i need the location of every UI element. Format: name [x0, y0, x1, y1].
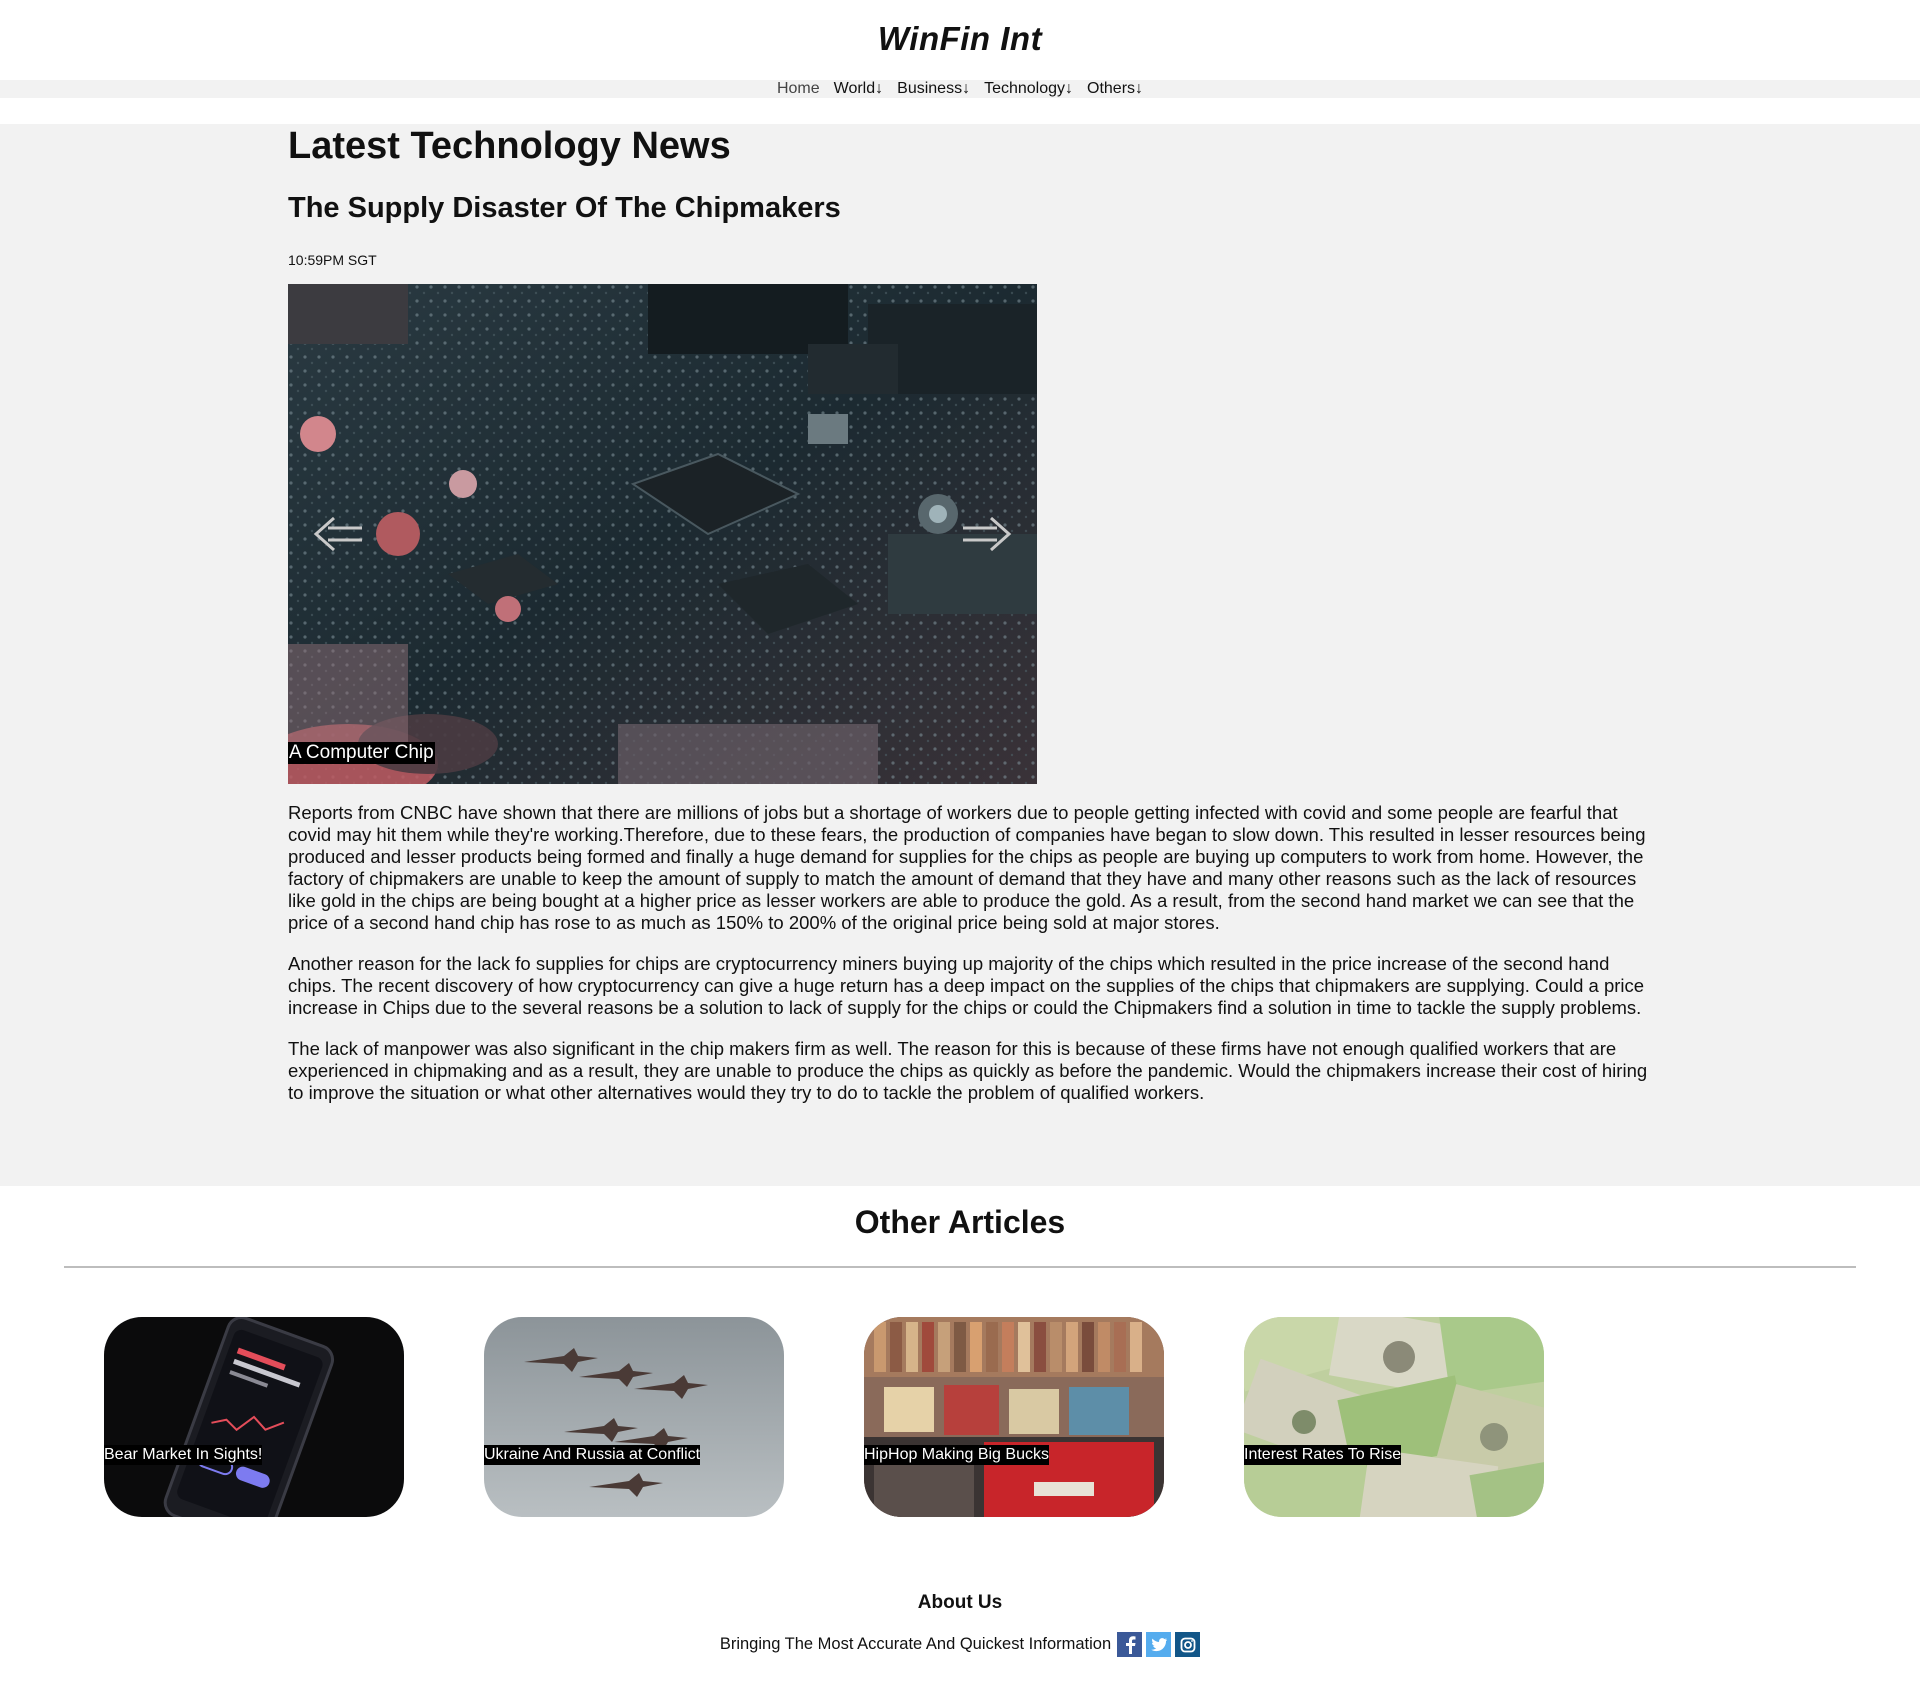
section-divider	[64, 1266, 1856, 1268]
article-card-hiphop[interactable]: HipHop Making Big Bucks	[864, 1317, 1164, 1517]
left-arrow-icon	[313, 516, 362, 552]
article-title: The Supply Disaster Of The Chipmakers	[288, 192, 841, 224]
money-bills-image	[1244, 1317, 1544, 1517]
site-header: WinFin Int	[0, 0, 1920, 80]
image-carousel: A Computer Chip	[288, 284, 1037, 784]
fighter-jets-image	[484, 1317, 784, 1517]
footer-tagline-row: Bringing The Most Accurate And Quickest …	[0, 1632, 1920, 1657]
stock-phone-image	[104, 1317, 404, 1517]
about-us-title: About Us	[917, 1592, 1003, 1613]
twitter-icon	[1150, 1637, 1167, 1651]
carousel-prev-button[interactable]	[310, 514, 370, 554]
article-card-ukraine-russia[interactable]: Ukraine And Russia at Conflict	[484, 1317, 784, 1517]
article-paragraph: Another reason for the lack fo supplies …	[288, 953, 1645, 1018]
instagram-link[interactable]	[1175, 1632, 1201, 1657]
article-card-label: HipHop Making Big Bucks	[864, 1445, 1049, 1465]
computer-chip-image	[288, 284, 1037, 784]
nav-item-world[interactable]: World↓	[834, 80, 884, 98]
carousel-next-button[interactable]	[955, 514, 1015, 554]
article-timestamp: 10:59PM SGT	[288, 252, 377, 268]
main-nav: Home World↓ Business↓ Technology↓ Others…	[0, 80, 1920, 98]
carousel-caption: A Computer Chip	[288, 742, 435, 764]
article-card-label: Bear Market In Sights!	[104, 1445, 263, 1465]
facebook-icon	[1125, 1635, 1136, 1654]
nav-item-others[interactable]: Others↓	[1087, 80, 1143, 98]
article-card-label: Ukraine And Russia at Conflict	[484, 1445, 701, 1465]
site-title: WinFin Int	[877, 20, 1043, 57]
main-section: Latest Technology News The Supply Disast…	[0, 124, 1920, 1186]
article-card-bear-market[interactable]: Bear Market In Sights!	[104, 1317, 404, 1517]
other-articles-title: Other Articles	[854, 1204, 1066, 1240]
section-title: Latest Technology News	[288, 125, 731, 167]
twitter-link[interactable]	[1146, 1632, 1172, 1657]
facebook-link[interactable]	[1117, 1632, 1143, 1657]
instagram-icon	[1180, 1637, 1196, 1652]
record-store-image	[864, 1317, 1164, 1517]
nav-item-home[interactable]: Home	[777, 80, 820, 98]
article-body: Reports from CNBC have shown that there …	[288, 802, 1648, 1123]
nav-item-business[interactable]: Business↓	[897, 80, 970, 98]
right-arrow-icon	[963, 516, 1012, 552]
article-card-interest-rates[interactable]: Interest Rates To Rise	[1244, 1317, 1544, 1517]
article-card-label: Interest Rates To Rise	[1244, 1445, 1402, 1465]
footer-tagline: Bringing The Most Accurate And Quickest …	[719, 1635, 1112, 1653]
nav-item-technology[interactable]: Technology↓	[984, 80, 1073, 98]
article-paragraph: Reports from CNBC have shown that there …	[288, 802, 1646, 933]
article-paragraph: The lack of manpower was also significan…	[288, 1038, 1648, 1103]
